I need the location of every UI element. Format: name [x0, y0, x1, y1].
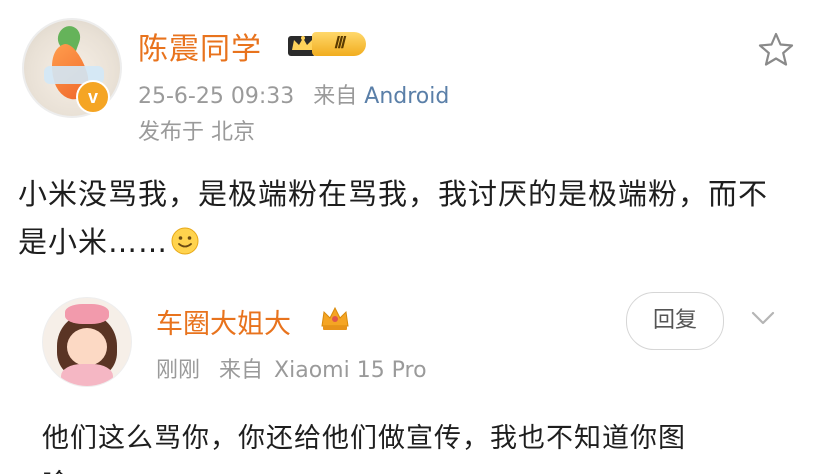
post-location: 发布于 北京 [138, 120, 255, 145]
verified-badge: v [76, 80, 110, 114]
comment-meta: 刚刚 来自 Xiaomi 15 Pro [156, 352, 427, 384]
commenter-avatar[interactable] [42, 297, 132, 387]
comment-text: 他们这么骂你，你还给他们做宣传，我也不知道你图 [42, 423, 686, 454]
comment-source: Xiaomi 15 Pro [274, 358, 427, 383]
comment-text-continuation: 啥 [42, 462, 82, 474]
level-badge-label: Ⅲ [312, 32, 366, 56]
crown-icon [321, 306, 349, 330]
comment-time: 刚刚 [156, 358, 201, 383]
post-body: 小米没骂我，是极端粉在骂我，我讨厌的是极端粉，而不是小米…… [18, 170, 778, 266]
comment-source-prefix: 来自 [219, 358, 264, 383]
source-prefix: 来自 [313, 84, 358, 109]
author-name[interactable]: 陈震同学 [138, 24, 262, 68]
post-meta: 25-6-25 09:33 来自 Android [138, 78, 449, 110]
post-timestamp: 25-6-25 09:33 [138, 84, 295, 109]
chevron-down-icon[interactable] [748, 306, 778, 330]
post-text: 小米没骂我，是极端粉在骂我，我讨厌的是极端粉，而不是小米…… [18, 177, 769, 259]
reply-button[interactable]: 回复 [626, 292, 724, 350]
star-icon[interactable] [756, 30, 796, 70]
commenter-name[interactable]: 车圈大姐大 [156, 302, 291, 341]
smile-icon [171, 227, 199, 255]
level-badge[interactable]: Ⅲ [286, 28, 374, 60]
post-source[interactable]: Android [364, 84, 449, 109]
